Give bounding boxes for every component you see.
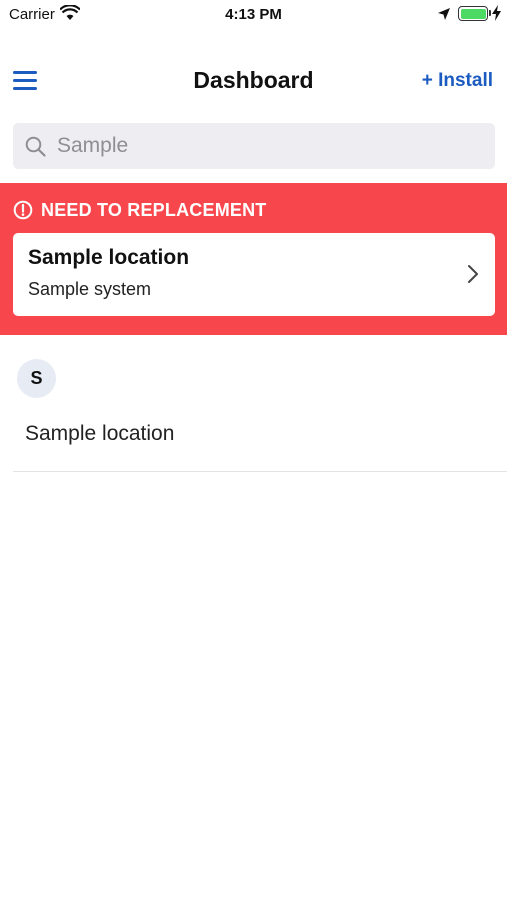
search-icon [25,136,46,157]
search-bar[interactable] [13,123,495,169]
status-time: 4:13 PM [225,6,282,23]
battery-icon [458,6,488,21]
list-item[interactable]: Sample location [13,405,507,472]
navigation-bar: Dashboard + Install [0,56,507,106]
install-button[interactable]: + Install [422,70,493,92]
card-subtitle: Sample system [28,279,152,299]
alert-title: NEED TO REPLACEMENT [41,200,267,220]
list-item-label: Sample location [25,422,175,445]
section-index-avatar: S [17,359,56,398]
charging-bolt-icon [492,5,501,21]
card-title: Sample location [28,246,190,269]
chevron-right-icon [468,265,478,283]
battery-level [460,8,486,19]
status-bar: Carrier 4:13 PM [0,0,507,30]
exclamation-circle-icon [13,200,33,220]
location-arrow-icon [438,8,450,20]
hamburger-menu-icon[interactable] [13,69,39,91]
alert-section: NEED TO REPLACEMENT Sample location Samp… [0,183,507,335]
battery-cap [489,10,491,16]
alert-location-card[interactable]: Sample location Sample system [13,233,495,316]
search-input[interactable] [57,123,477,169]
